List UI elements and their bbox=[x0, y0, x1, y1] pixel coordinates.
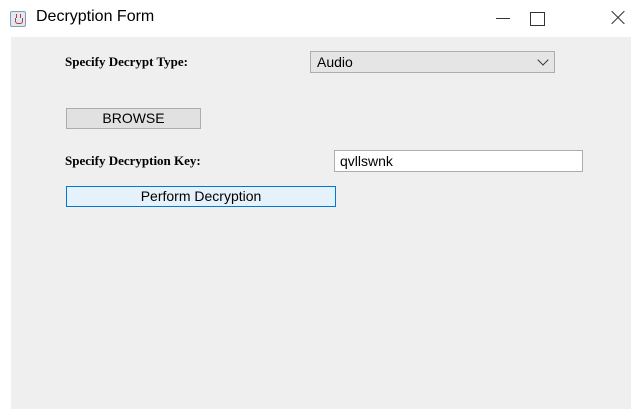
chevron-down-icon bbox=[538, 57, 547, 66]
window-title: Decryption Form bbox=[36, 8, 155, 25]
decrypt-type-value: Audio bbox=[317, 54, 353, 70]
decryption-key-input[interactable] bbox=[334, 150, 583, 172]
decrypt-type-label: Specify Decrypt Type: bbox=[65, 54, 188, 69]
maximize-button[interactable] bbox=[514, 0, 560, 36]
form-panel: Specify Decrypt Type: Audio BROWSE Speci… bbox=[11, 37, 631, 409]
close-button[interactable] bbox=[595, 0, 641, 36]
decryption-form-window: Decryption Form Specify Decrypt Type: Au… bbox=[0, 0, 641, 409]
browse-button[interactable]: BROWSE bbox=[66, 108, 201, 129]
title-bar[interactable]: Decryption Form bbox=[0, 0, 641, 36]
java-cup-icon bbox=[10, 11, 26, 27]
decrypt-type-select[interactable]: Audio bbox=[310, 51, 555, 73]
perform-decryption-button[interactable]: Perform Decryption bbox=[66, 186, 336, 207]
decryption-key-label: Specify Decryption Key: bbox=[65, 153, 201, 168]
